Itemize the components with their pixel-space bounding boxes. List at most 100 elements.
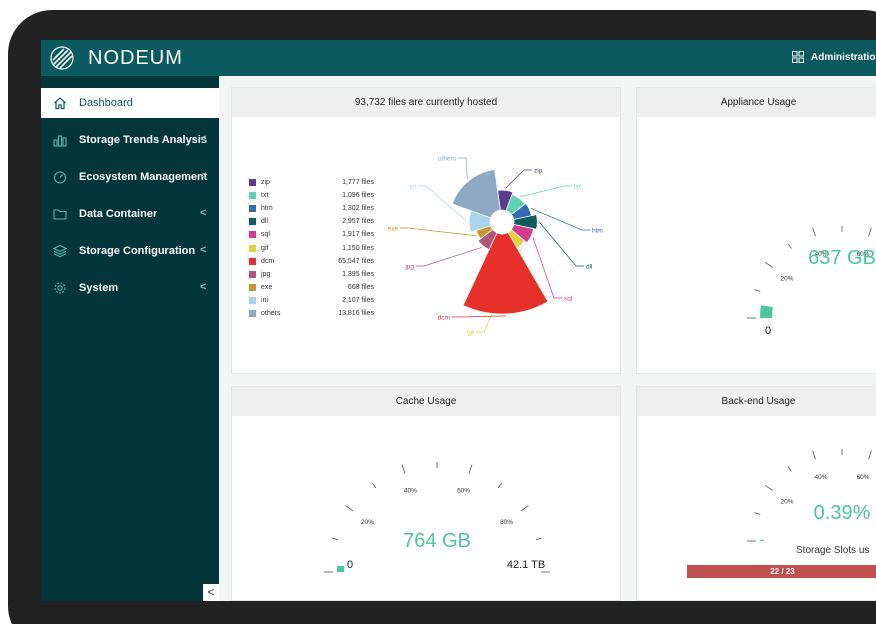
sidebar-item-label: Data Container — [79, 208, 158, 220]
gauge-max-label: 42.1 TB — [507, 559, 545, 571]
gauge-tick — [754, 289, 761, 292]
pie-leader-line — [416, 247, 482, 267]
pie-leader-line — [520, 185, 572, 198]
pie-leader-line — [400, 227, 477, 237]
pie-leader-line — [530, 208, 590, 231]
gauge-tick — [372, 482, 377, 489]
cache-usage-card: Cache Usage 20% 40% 60% 80% 764 GB 0 42.1 TB — [231, 386, 621, 601]
legend-count: 1,096 files — [342, 192, 374, 200]
gauge-tick — [520, 505, 529, 512]
legend-swatch — [249, 205, 256, 213]
legend-count: 1,150 files — [342, 244, 374, 252]
gauge-tick — [868, 450, 872, 460]
sidebar-item-storage-configuration[interactable]: Storage Configuration < — [41, 236, 219, 266]
legend-swatch — [249, 296, 256, 304]
legend-name: zip — [261, 179, 270, 186]
gauge-fill-arc — [760, 305, 773, 318]
legend-swatch — [249, 270, 256, 278]
legend-name: jpg — [261, 270, 271, 278]
legend-name: gif — [261, 244, 269, 252]
gauge-tick-label: 40% — [814, 474, 827, 481]
legend-count: 1,302 files — [342, 205, 374, 213]
pie-label-others: others — [438, 156, 457, 163]
legend-swatch — [249, 192, 256, 200]
pie-slice-others[interactable] — [451, 169, 501, 219]
pie-leader-line — [539, 221, 584, 267]
chevron-left-icon: < — [200, 244, 207, 256]
bar-chart-icon — [53, 135, 67, 147]
sidebar-item-storage-trends[interactable]: Storage Trends Analysis < — [41, 125, 219, 155]
sidebar-item-dashboard[interactable]: Dashboard — [41, 88, 219, 118]
pie-label-zip: zip — [534, 168, 543, 175]
pie-label-jpg: jpg — [404, 264, 414, 271]
pie-label-gif: gif — [467, 330, 474, 337]
legend-swatch — [249, 283, 256, 291]
legend-count: 1,777 files — [342, 179, 374, 186]
grid-icon — [792, 51, 804, 63]
appliance-gauge: 20%40% 60%637 GB0 — [747, 226, 876, 337]
legend-swatch — [249, 244, 256, 252]
storage-slots-progress-bar: 22 / 23 — [687, 565, 876, 578]
storage-slots-value: 22 / 23 — [770, 567, 795, 576]
legend-count: 13,816 files — [338, 310, 374, 317]
legend-item-gif[interactable]: gif 1,150 files — [249, 244, 374, 257]
gauge-tick — [754, 512, 761, 515]
files-hosted-card: 93,732 files are currently hosted zip 1,7… — [231, 87, 621, 374]
legend-item-sql[interactable]: sql 1,917 files — [249, 230, 374, 243]
legend-count: 668 files — [347, 283, 374, 291]
gauge-tick-label: 80% — [500, 519, 513, 526]
file-type-pie-chart: zip txt htm dll sql gif dcm jpg exe ini others — [388, 156, 603, 337]
backend-card-title: Back-end Usage — [637, 387, 876, 416]
pie-leader-line — [505, 169, 532, 189]
nodeum-logo-icon — [50, 46, 74, 70]
administration-button[interactable]: Administration — [792, 51, 876, 63]
gauge-fill-arc — [760, 539, 765, 541]
gear-icon — [54, 282, 66, 294]
gauge-value: 637 GB — [808, 247, 876, 269]
brand-name: NODEUM — [88, 47, 183, 69]
gauge-value: 0.39% — [814, 502, 871, 524]
gauge-fill-arc — [337, 565, 345, 572]
chevron-left-icon: < — [200, 281, 207, 293]
gauge-tick-label: 20% — [780, 276, 793, 283]
legend-item-others[interactable]: others 13,816 files — [249, 309, 374, 322]
legend-name: txt — [261, 192, 269, 200]
gauge-tick — [332, 537, 339, 541]
home-icon — [54, 97, 66, 110]
pie-label-exe: exe — [388, 226, 399, 233]
appliance-usage-card: Appliance Usage 20% 40% 60% 637 GB 0 — [636, 87, 876, 374]
legend-swatch — [249, 257, 256, 265]
pie-label-ini: ini — [409, 184, 416, 191]
legend-item-zip[interactable]: zip 1,777 files — [249, 178, 374, 191]
legend-item-ini[interactable]: ini 2,107 files — [249, 296, 374, 309]
legend-item-dll[interactable]: dll 2,957 files — [249, 217, 374, 230]
legend-swatch — [249, 218, 256, 226]
legend-item-txt[interactable]: txt 1,096 files — [249, 191, 374, 204]
legend-name: others — [261, 310, 281, 317]
sidebar: Dashboard Storage Trends Analysis < Ecos… — [41, 76, 219, 601]
sidebar-item-data-container[interactable]: Data Container < — [41, 199, 219, 229]
legend-item-dcm[interactable]: dcm 65,547 files — [249, 257, 374, 270]
legend-item-htm[interactable]: htm 1,302 files — [249, 204, 374, 217]
legend-item-exe[interactable]: exe 668 files — [249, 283, 374, 296]
pie-label-htm: htm — [592, 228, 603, 235]
gauge-tick — [345, 505, 354, 512]
sidebar-item-system[interactable]: System < — [41, 273, 219, 303]
gauge-tick — [468, 464, 473, 474]
legend-name: exe — [261, 283, 273, 291]
sidebar-collapse-button[interactable]: < — [203, 584, 219, 601]
pie-leader-line — [452, 315, 507, 318]
top-bar: NODEUM Administration — [41, 40, 876, 76]
gauge-tick-label: 60% — [457, 488, 470, 495]
gauge-tick — [868, 227, 872, 237]
gauge-tick — [764, 484, 773, 491]
sidebar-item-ecosystem[interactable]: Ecosystem Management < — [41, 162, 219, 192]
legend-item-jpg[interactable]: jpg 1,395 files — [249, 270, 374, 283]
legend-swatch — [249, 310, 256, 317]
gauge-tick — [812, 450, 816, 460]
legend-name: ini — [261, 296, 269, 304]
pie-label-dll: dll — [586, 264, 593, 271]
cache-gauge: 20% 40% 60% 80% 764 GB 0 42.1 TB — [324, 462, 550, 573]
gauge-tick-label: 20% — [780, 499, 793, 506]
sidebar-item-label: Storage Trends Analysis — [79, 134, 207, 146]
